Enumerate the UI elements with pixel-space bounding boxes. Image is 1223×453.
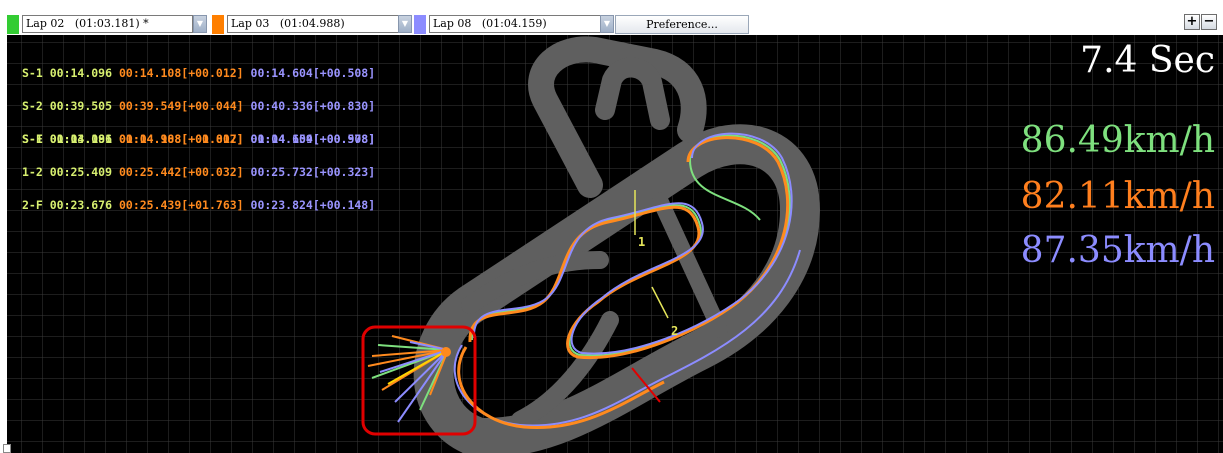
lap-color-swatch-1 <box>7 15 19 34</box>
zoom-in-button[interactable]: + <box>1184 14 1200 30</box>
zoom-out-button[interactable]: − <box>1201 14 1217 30</box>
lap-select-3[interactable]: Lap 08 (01:04.159) <box>429 15 601 33</box>
sector-2-label: 2 <box>671 324 679 338</box>
preference-button[interactable]: Preference... <box>615 15 749 34</box>
split-row: S-1 00:14.096 00:14.108[+00.012] 00:14.6… <box>22 132 376 146</box>
speed-lap-1: 86.49km/h <box>1020 120 1215 161</box>
track-map-view[interactable]: 1 2 S-1 00:14.096 00:14.108[+00.012] 00:… <box>0 35 1223 453</box>
toolbar: Lap 02 (01:03.181) * ▼ Lap 03 (01:04.988… <box>0 0 1223 34</box>
left-edge-bar <box>0 35 7 453</box>
split-row: 2-F 00:23.676 00:25.439[+01.763] 00:23.8… <box>22 198 376 212</box>
dropdown-arrow-icon[interactable]: ▼ <box>398 15 412 33</box>
lap-color-swatch-3 <box>414 15 426 34</box>
split-row: S-1 00:14.096 00:14.108[+00.012] 00:14.6… <box>22 66 376 80</box>
split-row: S-2 00:39.505 00:39.549[+00.044] 00:40.3… <box>22 99 376 113</box>
elapsed-time: 7.4 Sec <box>1080 40 1215 81</box>
lap-select-2[interactable]: Lap 03 (01:04.988) <box>227 15 399 33</box>
split-row: 1-2 00:25.409 00:25.442[+00.032] 00:25.7… <box>22 165 376 179</box>
lap-color-swatch-2 <box>212 15 224 34</box>
speed-lap-2: 82.11km/h <box>1020 176 1215 217</box>
lap-select-1[interactable]: Lap 02 (01:03.181) * <box>22 15 193 33</box>
speed-lap-3: 87.35km/h <box>1020 230 1215 271</box>
dropdown-arrow-icon[interactable]: ▼ <box>600 15 614 33</box>
sector-1-label: 1 <box>638 235 646 249</box>
corner-handle[interactable] <box>3 444 11 453</box>
dropdown-arrow-icon[interactable]: ▼ <box>193 15 207 33</box>
split-table-b: S-1 00:14.096 00:14.108[+00.012] 00:14.6… <box>22 112 375 233</box>
